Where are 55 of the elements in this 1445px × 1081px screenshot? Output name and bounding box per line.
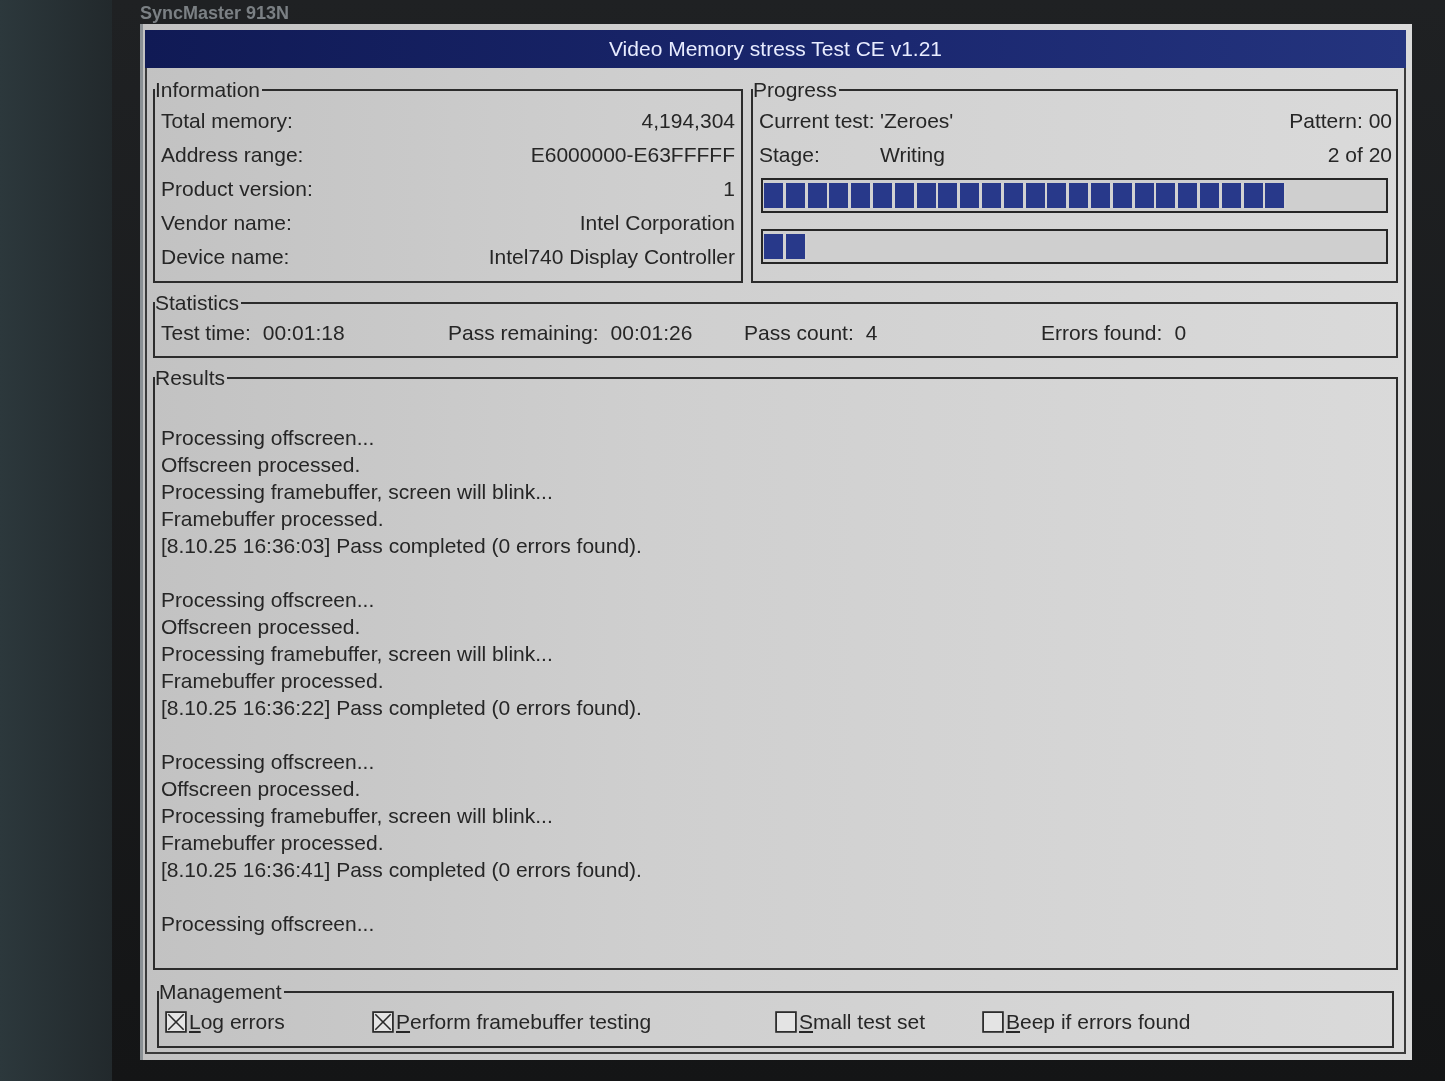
- group-title: Statistics: [155, 291, 241, 315]
- option-checkbox[interactable]: Beep if errors found: [982, 1010, 1191, 1034]
- monitor-model-label: SyncMaster 913N: [140, 3, 290, 24]
- log-line: Processing framebuffer, screen will blink...: [161, 479, 553, 505]
- stat-label: Errors found:: [1041, 321, 1163, 345]
- stat-label: Pass count:: [744, 321, 854, 345]
- info-label: Address range:: [161, 143, 304, 167]
- log-line: Framebuffer processed.: [161, 668, 384, 694]
- stat-value: 00:01:26: [610, 321, 693, 345]
- option-checkbox[interactable]: Log errors: [165, 1010, 285, 1034]
- checkbox-icon[interactable]: [372, 1011, 394, 1033]
- window-title: Video Memory stress Test CE v1.21: [609, 37, 942, 61]
- option-checkbox[interactable]: Perform framebuffer testing: [372, 1010, 652, 1034]
- log-line: Processing offscreen...: [161, 587, 375, 613]
- group-title: Progress: [753, 78, 839, 102]
- log-line: Processing offscreen...: [161, 749, 375, 775]
- option-checkbox[interactable]: Small test set: [775, 1010, 926, 1034]
- log-line: Processing framebuffer, screen will blink...: [161, 803, 553, 829]
- checkbox-icon[interactable]: [775, 1011, 797, 1033]
- stat-label: Pass remaining:: [448, 321, 599, 345]
- log-line: Offscreen processed.: [161, 776, 361, 802]
- stat-label: Test time:: [161, 321, 251, 345]
- stage-value: Writing: [880, 143, 945, 167]
- log-line: Processing offscreen...: [161, 425, 375, 451]
- log-line: Offscreen processed.: [161, 614, 361, 640]
- info-label: Device name:: [161, 245, 290, 269]
- log-line: Processing offscreen...: [161, 911, 375, 937]
- stat-value: 0: [1174, 321, 1187, 345]
- log-line: [8.10.25 16:36:41] Pass completed (0 errors found).: [161, 857, 642, 883]
- info-value: 1: [723, 177, 735, 201]
- info-label: Total memory:: [161, 109, 293, 133]
- info-label: Product version:: [161, 177, 313, 201]
- current-test-value: 'Zeroes': [880, 109, 954, 133]
- info-value: Intel Corporation: [579, 211, 735, 235]
- stage-count: 2 of 20: [1327, 143, 1392, 167]
- group-title: Results: [155, 366, 227, 390]
- checkbox-icon[interactable]: [982, 1011, 1004, 1033]
- info-value: E6000000-E63FFFFF: [530, 143, 735, 167]
- checkbox-icon[interactable]: [165, 1011, 187, 1033]
- info-value: Intel740 Display Controller: [488, 245, 735, 269]
- log-line: [8.10.25 16:36:03] Pass completed (0 errors found).: [161, 533, 642, 559]
- stat-value: 00:01:18: [262, 321, 345, 345]
- pattern-label: Pattern: 00: [1289, 109, 1392, 133]
- log-line: [8.10.25 16:36:22] Pass completed (0 errors found).: [161, 695, 642, 721]
- log-line: Processing framebuffer, screen will blink...: [161, 641, 553, 667]
- stage-label: Stage:: [759, 143, 821, 167]
- info-label: Vendor name:: [161, 211, 292, 235]
- log-line: Framebuffer processed.: [161, 830, 384, 856]
- current-test-label: Current test:: [759, 109, 876, 133]
- log-line: Framebuffer processed.: [161, 506, 384, 532]
- group-title: Information: [155, 78, 262, 102]
- log-line: Offscreen processed.: [161, 452, 361, 478]
- info-value: 4,194,304: [641, 109, 735, 133]
- group-title: Management: [159, 980, 283, 1004]
- stat-value: 4: [865, 321, 878, 345]
